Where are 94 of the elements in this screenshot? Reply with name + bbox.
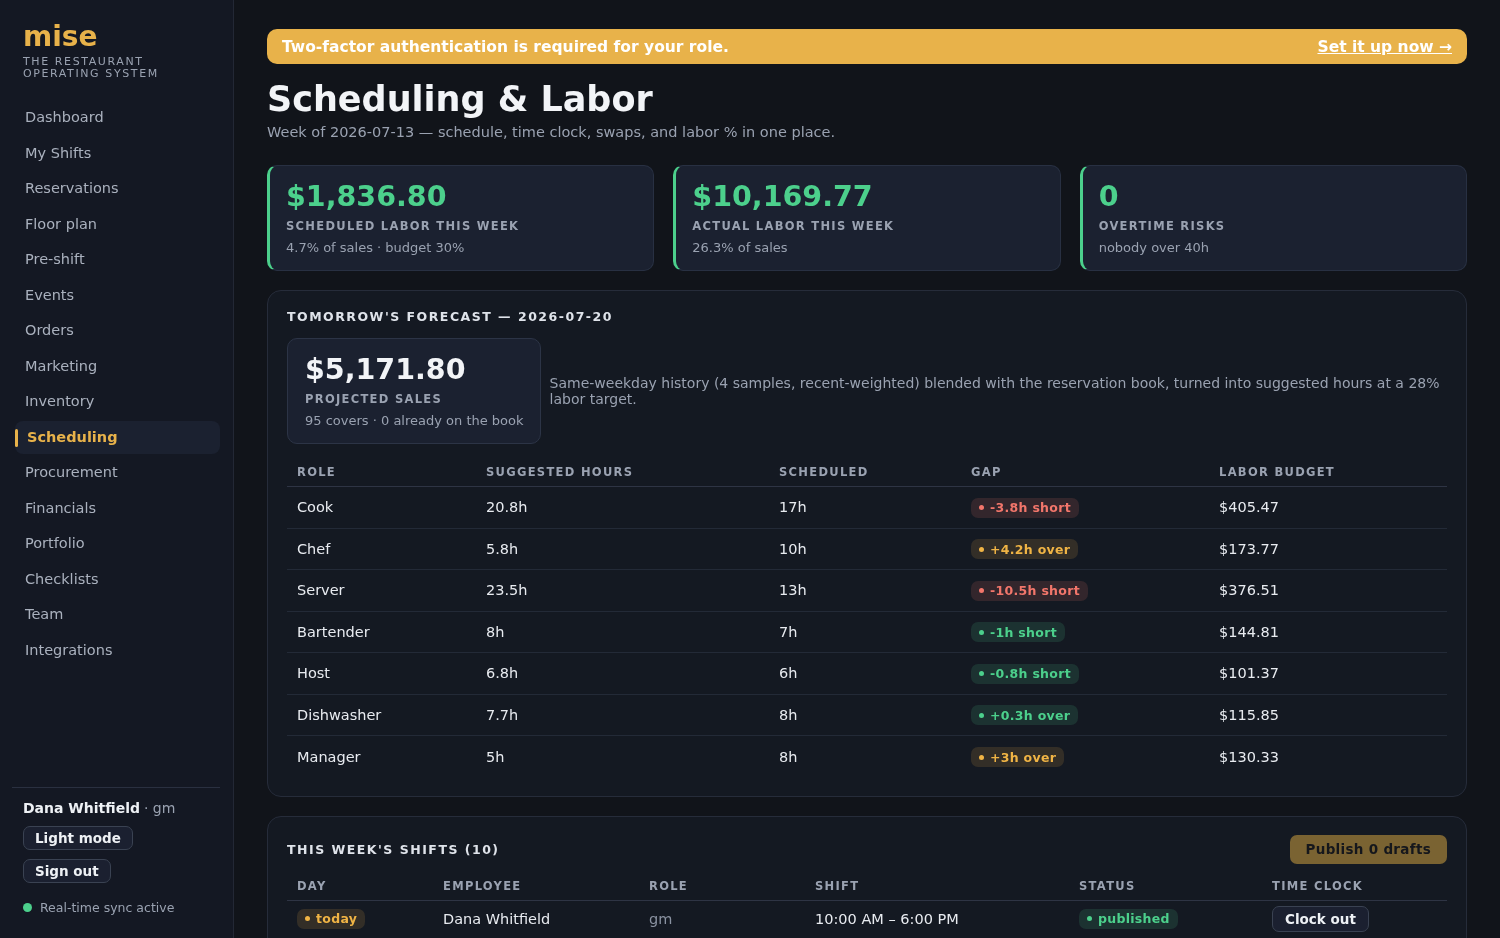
kpi-value: 0: [1098, 180, 1120, 214]
gap-label: +3h over: [990, 749, 1057, 765]
table-cell: $130.33: [1219, 748, 1279, 765]
page-title: Scheduling & Labor: [267, 78, 654, 120]
table-cell: 7h: [779, 623, 798, 640]
nav-item[interactable]: Inventory: [15, 385, 220, 419]
gap-label: -1h short: [990, 624, 1057, 640]
sidebar-button[interactable]: Sign out: [23, 859, 111, 883]
table-cell: $173.77: [1219, 540, 1279, 557]
column-header: STATUS: [1079, 878, 1136, 893]
table-cell: gm: [649, 910, 673, 927]
sidebar-button[interactable]: Light mode: [23, 826, 133, 850]
status-dot-icon: [23, 903, 32, 912]
gap-label: -0.8h short: [990, 666, 1071, 681]
nav-item[interactable]: My Shifts: [15, 136, 220, 170]
column-header: TIME CLOCK: [1272, 878, 1363, 893]
table-cell: 6.8h: [486, 665, 519, 682]
table-cell: $101.37: [1219, 665, 1279, 682]
nav-item[interactable]: Portfolio: [15, 527, 220, 561]
column-header: ROLE: [649, 878, 688, 893]
kpi-value: $10,169.77: [692, 180, 874, 214]
gap-label: +0.3h over: [990, 707, 1071, 723]
column-header: EMPLOYEE: [443, 878, 522, 893]
table-cell: 7.7h: [486, 706, 519, 723]
nav-item[interactable]: Floor plan: [15, 207, 220, 241]
nav-item[interactable]: Pre-shift: [15, 243, 220, 277]
table-cell: 5.8h: [486, 540, 519, 557]
table-cell: 8h: [779, 706, 798, 723]
table-cell: 13h: [779, 582, 807, 599]
status-label: published: [1098, 911, 1170, 927]
column-header: ROLE: [297, 464, 336, 479]
table-cell: $144.81: [1219, 623, 1279, 640]
user-name: Dana Whitfield: [23, 800, 140, 816]
table-cell: 8h: [779, 748, 798, 765]
table-cell: Server: [297, 582, 345, 599]
table-cell: $405.47: [1219, 499, 1279, 516]
nav-item[interactable]: Events: [15, 278, 220, 312]
logo-text: mise: [23, 21, 99, 53]
nav-item[interactable]: Reservations: [15, 172, 220, 206]
table-cell: 10h: [779, 540, 807, 557]
kpi-note: 26.3% of sales: [692, 240, 789, 256]
kpi-label: OVERTIME RISKS: [1098, 219, 1227, 233]
nav-item[interactable]: Team: [15, 598, 220, 632]
nav-item[interactable]: Checklists: [15, 562, 220, 596]
nav-item[interactable]: Procurement: [15, 456, 220, 490]
nav-item[interactable]: Orders: [15, 314, 220, 348]
column-header: DAY: [297, 878, 327, 893]
kpi-label: SCHEDULED LABOR THIS WEEK: [286, 219, 521, 233]
table-cell: Dana Whitfield: [443, 910, 551, 927]
section-title: TOMORROW'S FORECAST — 2026-07-20: [287, 309, 614, 324]
table-cell: 6h: [779, 665, 798, 682]
column-header: SUGGESTED HOURS: [486, 464, 634, 479]
tagline: THE RESTAURANT OPERATING SYSTEM: [23, 56, 160, 80]
table-cell: Bartender: [297, 623, 370, 640]
day-label: today: [316, 911, 358, 927]
sync-status: Real-time sync active: [40, 900, 175, 915]
table-cell: $115.85: [1219, 706, 1279, 723]
kpi-note: 4.7% of sales · budget 30%: [286, 240, 466, 256]
table-cell: 17h: [779, 499, 807, 516]
nav-item[interactable]: Scheduling: [15, 420, 220, 454]
column-header: LABOR BUDGET: [1219, 464, 1336, 479]
projection-note: 95 covers · 0 already on the book: [305, 413, 524, 429]
section-title: THIS WEEK'S SHIFTS (10): [287, 841, 500, 857]
banner-message: Two-factor authentication is required for your role.: [282, 37, 729, 56]
gap-label: +4.2h over: [990, 541, 1071, 557]
clock-out-button[interactable]: Clock out: [1272, 905, 1369, 932]
table-cell: Cook: [297, 499, 334, 516]
table-cell: Chef: [297, 540, 331, 557]
page-subtitle: Week of 2026-07-13 — schedule, time clock, swaps, and labor % in one place.: [267, 123, 837, 141]
table-cell: Dishwasher: [297, 706, 382, 723]
table-cell: 20.8h: [486, 499, 528, 516]
table-cell: 23.5h: [486, 582, 528, 599]
kpi-note: nobody over 40h: [1098, 240, 1211, 256]
table-cell: 5h: [486, 748, 505, 765]
table-cell: $376.51: [1219, 582, 1279, 599]
column-header: GAP: [971, 464, 1002, 479]
table-cell: 10:00 AM – 6:00 PM: [815, 910, 959, 927]
projection-value: $5,171.80: [305, 353, 467, 387]
kpi-label: ACTUAL LABOR THIS WEEK: [692, 219, 896, 233]
forecast-description: Same-weekday history (4 samples, recent-weighted) blended with the reservation book, turned into suggested hours at a 28% labor target.: [549, 375, 1441, 407]
user-role: · gm: [143, 800, 176, 816]
gap-label: -10.5h short: [990, 583, 1080, 598]
column-header: SHIFT: [815, 878, 860, 893]
kpi-value: $1,836.80: [286, 180, 448, 214]
nav-item[interactable]: Integrations: [15, 633, 220, 667]
table-cell: 8h: [486, 623, 505, 640]
table-cell: Manager: [297, 748, 361, 765]
gap-label: -3.8h short: [990, 500, 1071, 515]
nav-item[interactable]: Marketing: [15, 349, 220, 383]
projection-label: PROJECTED SALES: [305, 392, 444, 406]
table-cell: Host: [297, 665, 330, 682]
column-header: SCHEDULED: [779, 464, 869, 479]
nav-item[interactable]: Financials: [15, 491, 220, 525]
nav-item[interactable]: Dashboard: [15, 101, 220, 135]
